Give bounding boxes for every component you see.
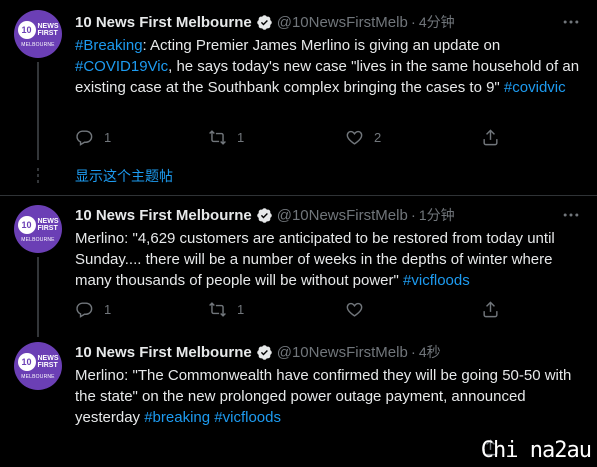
tweet-time[interactable]: 1分钟 [419,205,455,225]
avatar-number: 10 [17,352,36,371]
author-name[interactable]: 10 News First Melbourne [75,344,252,361]
retweet-button[interactable]: 1 [208,299,244,319]
retweet-icon [209,129,226,145]
retweet-count: 1 [237,129,245,145]
retweet-button[interactable]: 1 [208,127,244,147]
tweet-text: #Breaking: Acting Premier James Merlino … [75,35,580,98]
avatar-city: MELBOURNE [21,236,55,243]
more-icon[interactable] [561,12,581,32]
avatar[interactable]: 10 NEWS FIRST MELBOURNE [14,205,62,253]
tweet-text: Merlino: "The Commonwealth have confirme… [75,365,580,428]
share-icon [483,128,498,145]
author-handle[interactable]: @10NewsFirstMelb [277,344,408,361]
avatar-city: MELBOURNE [21,41,55,48]
avatar-logo: 10 NEWS FIRST [17,352,59,372]
hashtag-link[interactable]: #COVID19Vic [75,58,168,75]
tweet-header: 10 News First Melbourne @10NewsFirstMelb… [75,204,455,226]
text-segment: : Acting Premier James Merlino is giving… [142,37,501,54]
share-button[interactable] [481,299,510,319]
avatar-line1: NEWS [37,23,59,30]
separator-dot: · [410,13,416,31]
show-thread-link[interactable]: 显示这个主题帖 [75,166,173,186]
avatar-logo: 10 NEWS FIRST [17,215,59,235]
avatar-city: MELBOURNE [21,373,55,380]
thread-line [37,257,39,337]
author-name[interactable]: 10 News First Melbourne [75,14,252,31]
reply-button[interactable]: 1 [75,127,111,147]
verified-badge-icon [256,344,272,360]
like-icon [346,302,363,317]
hashtag-link[interactable]: #vicfloods [403,272,470,289]
avatar[interactable]: 10 NEWS FIRST MELBOURNE [14,342,62,390]
reply-count: 1 [104,301,112,317]
hashtag-link[interactable]: #vicfloods [214,409,281,426]
avatar-number: 10 [17,215,36,234]
author-name[interactable]: 10 News First Melbourne [75,207,252,224]
tweet-text: Merlino: "4,629 customers are anticipate… [75,228,580,291]
text-segment: Merlino: "4,629 customers are anticipate… [75,230,555,289]
more-icon[interactable] [561,205,581,225]
tweet-time[interactable]: 4分钟 [419,12,455,32]
avatar-line1: NEWS [37,355,59,362]
share-button[interactable] [481,127,510,147]
thread-line [37,62,39,160]
like-button[interactable]: 2 [345,127,381,147]
avatar-line2: FIRST [37,225,58,232]
share-icon [483,300,498,317]
tweet-actions: 1 1 [75,299,505,319]
tweet-header: 10 News First Melbourne @10NewsFirstMelb… [75,11,455,33]
retweet-count: 1 [237,301,245,317]
verified-badge-icon [256,14,272,30]
hashtag-link[interactable]: #breaking [144,409,210,426]
avatar-line2: FIRST [37,30,58,37]
reply-count: 1 [104,129,112,145]
divider [0,195,597,196]
avatar-number: 10 [17,20,36,39]
avatar[interactable]: 10 NEWS FIRST MELBOURNE [14,10,62,58]
watermark: Chi na2au [480,438,592,463]
like-button[interactable] [345,299,374,319]
tweet-actions: 1 1 2 [75,127,505,147]
author-handle[interactable]: @10NewsFirstMelb [277,207,408,224]
retweet-icon [209,301,226,317]
separator-dot: · [410,343,416,361]
thread-gap-dots [37,168,39,186]
like-count: 2 [374,129,382,145]
reply-button[interactable]: 1 [75,299,111,319]
hashtag-link[interactable]: #Breaking [75,37,143,54]
reply-icon [76,301,93,318]
avatar-line2: FIRST [37,362,58,369]
reply-icon [76,129,93,146]
verified-badge-icon [256,207,272,223]
avatar-logo: 10 NEWS FIRST [17,20,59,40]
tweet-header: 10 News First Melbourne @10NewsFirstMelb… [75,341,441,363]
tweet-time[interactable]: 4秒 [419,342,441,362]
hashtag-link[interactable]: #covidvic [504,79,566,96]
avatar-line1: NEWS [37,218,59,225]
like-icon [346,130,363,145]
author-handle[interactable]: @10NewsFirstMelb [277,14,408,31]
tweet-actions [75,437,505,457]
separator-dot: · [410,206,416,224]
